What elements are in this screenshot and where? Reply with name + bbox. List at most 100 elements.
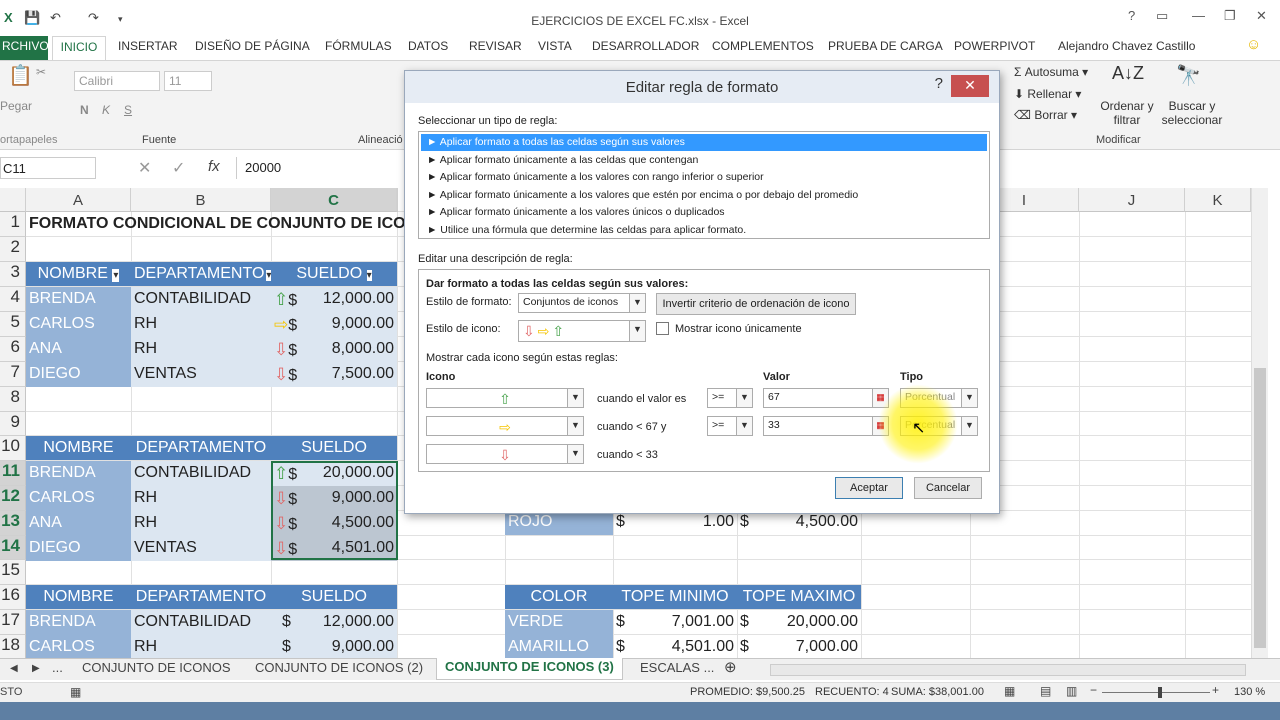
rule-type-item[interactable]: ► Aplicar formato a todas las celdas seg… [421,134,987,151]
status-recuento[interactable]: RECUENTO: 4 [815,686,889,698]
rule2-icon-select[interactable]: ⇨ ▼ [426,416,584,436]
show-icon-only-label[interactable]: Mostrar icono únicamente [675,323,802,335]
filter-dropdown-icon[interactable]: ▾ [366,270,372,281]
cell-nombre[interactable]: CARLOS [26,635,131,660]
zoom-level[interactable]: 130 % [1234,686,1265,698]
cell-tope-max[interactable]: $20,000.00 [737,610,861,635]
t3-header-dep[interactable]: DEPARTAMENTO [131,585,271,609]
cell-departamento[interactable]: CONTABILIDAD [131,610,271,635]
t2-header-dep[interactable]: DEPARTAMENTO [131,436,271,460]
row-header[interactable]: 10 [0,436,26,461]
row-header[interactable]: 8 [0,387,26,412]
cell-nombre[interactable]: BRENDA [26,610,131,635]
cell-sueldo[interactable]: ⇨$ 9,000.00 [271,312,397,337]
font-size-box[interactable]: 11 [164,71,212,91]
row-header[interactable]: 6 [0,337,26,362]
page-layout-icon[interactable]: ▤ [1040,684,1051,698]
column-header-c[interactable]: C [271,188,397,212]
underline-button[interactable]: S [124,103,132,117]
cell-tope-max[interactable]: $7,000.00 [737,635,861,660]
sheet-tab-conjunto-iconos-2[interactable]: CONJUNTO DE ICONOS (2) [255,660,423,675]
vertical-scroll-thumb[interactable] [1254,368,1266,648]
find-icon[interactable]: 🔭 [1176,63,1201,88]
tab-insertar[interactable]: INSERTAR [118,39,178,53]
font-name-box[interactable]: Calibri [74,71,160,91]
rule-type-list[interactable]: ► Aplicar formato a todas las celdas seg… [418,131,990,239]
tab-revisar[interactable]: REVISAR [469,39,522,53]
t1-header-nombre[interactable]: NOMBRE ▾ [26,262,131,286]
tab-vista[interactable]: VISTA [538,39,572,53]
cell-nombre[interactable]: ANA [26,511,131,536]
column-header-b[interactable]: B [131,188,271,212]
next-sheet-icon[interactable]: ▶ [32,663,40,674]
cell-nombre[interactable]: BRENDA [26,461,131,486]
min-header[interactable]: TOPE MINIMO [613,585,737,609]
maximize-icon[interactable]: ❐ [1224,8,1236,24]
dialog-help-icon[interactable]: ? [935,75,943,92]
row-header[interactable]: 7 [0,362,26,387]
tab-complementos[interactable]: COMPLEMENTOS [712,39,814,53]
column-header-j[interactable]: J [1079,188,1185,212]
paste-label[interactable]: Pegar [0,99,32,113]
confirm-entry-icon[interactable]: ✓ [172,158,185,178]
name-box[interactable]: C11 [0,157,96,179]
max-header[interactable]: TOPE MAXIMO [737,585,861,609]
cell-sueldo[interactable]: $9,000.00 [271,635,397,660]
prev-sheet-icon[interactable]: ◀ [10,663,18,674]
row-header[interactable]: 2 [0,237,26,262]
row-header[interactable]: 16 [0,585,26,610]
cell-sueldo[interactable]: ⇩$ 8,000.00 [271,337,397,362]
cell-tope-min[interactable]: $4,501.00 [613,635,737,660]
zoom-slider-thumb[interactable] [1158,687,1162,698]
cell-nombre[interactable]: BRENDA [26,287,131,312]
macro-record-icon[interactable]: ▦ [70,685,81,699]
cell-departamento[interactable]: RH [131,486,271,511]
cell-color[interactable]: AMARILLO [505,635,613,660]
cancel-button[interactable]: Cancelar [914,477,982,499]
row-header[interactable]: 4 [0,287,26,312]
t1-header-sueldo[interactable]: SUELDO ▾ [271,262,397,286]
rule-type-item[interactable]: ► Aplicar formato únicamente a los valor… [421,169,987,186]
zoom-in-icon[interactable]: + [1212,683,1219,697]
cell-departamento[interactable]: RH [131,511,271,536]
sort-filter-button[interactable]: Ordenar y filtrar [1098,99,1156,127]
rule-type-item[interactable]: ► Aplicar formato únicamente a los valor… [421,187,987,204]
close-window-icon[interactable]: ✕ [1256,8,1267,24]
cell-nombre[interactable]: DIEGO [26,362,131,387]
rule2-operator-select[interactable]: >= ▼ [707,416,753,436]
row-header[interactable]: 11 [0,461,26,486]
tab-prueba-carga[interactable]: PRUEBA DE CARGA [828,39,943,53]
row-header[interactable]: 18 [0,635,26,659]
select-all-corner[interactable] [0,188,26,212]
rule-type-item[interactable]: ► Utilice una fórmula que determine las … [421,222,987,239]
add-sheet-icon[interactable]: ⊕ [724,658,737,676]
cell-departamento[interactable]: VENTAS [131,362,271,387]
tab-inicio[interactable]: INICIO [52,36,106,61]
row-header[interactable]: 14 [0,536,26,560]
cut-icon[interactable]: ✂ [36,65,46,79]
row-header[interactable]: 15 [0,560,26,585]
row-header[interactable]: 13 [0,511,26,536]
page-break-icon[interactable]: ▥ [1066,684,1077,698]
sheet-tab-more-left[interactable]: ... [52,660,63,675]
cell-nombre[interactable]: DIEGO [26,536,131,561]
filter-dropdown-icon[interactable]: ▾ [112,269,120,282]
cell-departamento[interactable]: RH [131,337,271,362]
sheet-title[interactable]: FORMATO CONDICIONAL DE CONJUNTO DE ICO [26,212,406,237]
clear-button[interactable]: ⌫ Borrar ▾ [1014,108,1077,122]
t3-header-nombre[interactable]: NOMBRE [26,585,131,609]
row-header[interactable]: 17 [0,610,26,635]
dialog-close-button[interactable]: ✕ [951,75,989,97]
cell-departamento[interactable]: RH [131,312,271,337]
sheet-tab-conjunto-iconos[interactable]: CONJUNTO DE ICONOS [82,660,231,675]
minimize-icon[interactable]: — [1192,8,1205,23]
cell-sueldo[interactable]: $12,000.00 [271,610,397,635]
tab-desarrollador[interactable]: DESARROLLADOR [592,39,699,53]
cancel-entry-icon[interactable]: ✕ [138,158,151,178]
cell-departamento[interactable]: RH [131,635,271,660]
cell-tope-min[interactable]: $7,001.00 [613,610,737,635]
tab-file[interactable]: RCHIVO [0,36,49,60]
sort-filter-icon[interactable]: A↓Z [1112,63,1144,84]
tab-datos[interactable]: DATOS [408,39,448,53]
row-header[interactable]: 12 [0,486,26,511]
